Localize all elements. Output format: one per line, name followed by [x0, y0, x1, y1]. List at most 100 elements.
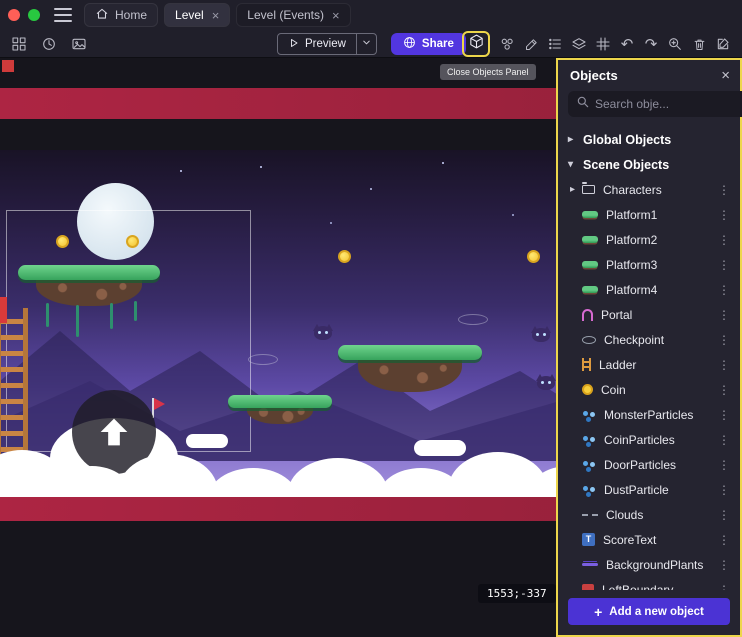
- object-row-backgroundplants[interactable]: BackgroundPlants ⋮: [558, 552, 740, 577]
- ufo-object[interactable]: [458, 314, 488, 325]
- object-menu-icon[interactable]: ⋮: [716, 558, 732, 572]
- edit-pencil-icon[interactable]: [520, 32, 542, 56]
- object-menu-icon[interactable]: ⋮: [716, 583, 732, 591]
- object-menu-icon[interactable]: ⋮: [716, 358, 732, 372]
- project-manager-icon[interactable]: [8, 32, 30, 56]
- close-tab-icon[interactable]: ×: [212, 8, 220, 23]
- group-global-objects[interactable]: ▸ Global Objects: [558, 127, 740, 152]
- preview-options-button[interactable]: [356, 33, 376, 55]
- object-menu-icon[interactable]: ⋮: [716, 283, 732, 297]
- object-row-leftboundary[interactable]: LeftBoundary ⋮: [558, 577, 740, 590]
- vine: [46, 303, 49, 327]
- objects-panel-toggle-button[interactable]: [462, 31, 490, 57]
- boundary-icon: [582, 584, 594, 591]
- close-panel-icon[interactable]: ×: [721, 67, 730, 84]
- checkpoint-flag[interactable]: [154, 398, 165, 410]
- share-button[interactable]: Share: [391, 33, 466, 55]
- redo-icon[interactable]: ↷: [640, 32, 662, 56]
- left-boundary-object[interactable]: [0, 297, 7, 323]
- object-menu-icon[interactable]: ⋮: [716, 183, 732, 197]
- close-window-button[interactable]: [8, 9, 20, 21]
- coin-icon: [582, 384, 593, 395]
- object-menu-icon[interactable]: ⋮: [716, 258, 732, 272]
- history-icon[interactable]: [38, 32, 60, 56]
- object-row-dustparticle[interactable]: DustParticle ⋮: [558, 477, 740, 502]
- object-row-scoretext[interactable]: T ScoreText ⋮: [558, 527, 740, 552]
- object-row-platform4[interactable]: Platform4 ⋮: [558, 277, 740, 302]
- object-row-ladder[interactable]: Ladder ⋮: [558, 352, 740, 377]
- undo-icon[interactable]: ↶: [616, 32, 638, 56]
- platform-object[interactable]: [228, 395, 332, 424]
- preview-button[interactable]: Preview: [278, 37, 356, 52]
- object-menu-icon[interactable]: ⋮: [716, 383, 732, 397]
- platform-object[interactable]: [338, 345, 482, 392]
- globe-icon: [403, 36, 416, 52]
- search-input[interactable]: [595, 97, 742, 111]
- menu-icon[interactable]: [54, 8, 72, 22]
- monster-object[interactable]: [532, 328, 550, 342]
- coin-object[interactable]: [527, 250, 540, 263]
- monster-object[interactable]: [314, 326, 332, 340]
- object-menu-icon[interactable]: ⋮: [716, 408, 732, 422]
- object-menu-icon[interactable]: ⋮: [716, 208, 732, 222]
- delete-icon[interactable]: [688, 32, 710, 56]
- coin-object[interactable]: [56, 235, 69, 248]
- object-groups-icon[interactable]: [496, 32, 518, 56]
- platform-object[interactable]: [18, 265, 160, 306]
- tab-level-events[interactable]: Level (Events) ×: [236, 3, 350, 27]
- left-boundary-marker[interactable]: [2, 60, 14, 72]
- cloud-object[interactable]: [186, 434, 228, 448]
- platform-icon: [582, 211, 598, 218]
- object-menu-icon[interactable]: ⋮: [716, 508, 732, 522]
- object-row-checkpoint[interactable]: Checkpoint ⋮: [558, 327, 740, 352]
- object-row-doorparticles[interactable]: DoorParticles ⋮: [558, 452, 740, 477]
- particles-icon: [582, 484, 596, 496]
- start-page-icon[interactable]: [68, 32, 90, 56]
- coin-object[interactable]: [126, 235, 139, 248]
- edit-scene-properties-icon[interactable]: [712, 32, 734, 56]
- object-row-platform3[interactable]: Platform3 ⋮: [558, 252, 740, 277]
- expanded-arrow-icon[interactable]: ▾: [568, 159, 576, 170]
- object-menu-icon[interactable]: ⋮: [716, 533, 732, 547]
- layers-icon[interactable]: [568, 32, 590, 56]
- collapsed-arrow-icon[interactable]: ▸: [570, 184, 578, 195]
- object-row-portal[interactable]: Portal ⋮: [558, 302, 740, 327]
- add-new-object-button[interactable]: + Add a new object: [568, 598, 730, 625]
- group-scene-objects[interactable]: ▾ Scene Objects: [558, 152, 740, 177]
- grid-icon[interactable]: [592, 32, 614, 56]
- object-menu-icon[interactable]: ⋮: [716, 433, 732, 447]
- instance-properties-icon[interactable]: [544, 32, 566, 56]
- object-row-platform1[interactable]: Platform1 ⋮: [558, 202, 740, 227]
- ladder-object[interactable]: [0, 308, 28, 456]
- object-menu-icon[interactable]: ⋮: [716, 458, 732, 472]
- object-menu-icon[interactable]: ⋮: [716, 483, 732, 497]
- search-box[interactable]: [568, 91, 742, 117]
- ufo-object[interactable]: [248, 354, 278, 365]
- coin-object[interactable]: [338, 250, 351, 263]
- up-arrow-icon: [94, 412, 134, 452]
- object-menu-icon[interactable]: ⋮: [716, 333, 732, 347]
- object-row-coin[interactable]: Coin ⋮: [558, 377, 740, 402]
- tab-level[interactable]: Level ×: [164, 3, 230, 27]
- object-menu-icon[interactable]: ⋮: [716, 308, 732, 322]
- cloud-object[interactable]: [288, 458, 388, 497]
- zoom-in-icon[interactable]: [664, 32, 686, 56]
- fullscreen-window-button[interactable]: [28, 9, 40, 21]
- object-row-monsterparticles[interactable]: MonsterParticles ⋮: [558, 402, 740, 427]
- monster-object[interactable]: [537, 376, 555, 390]
- cloud-object[interactable]: [414, 440, 466, 456]
- toolbar-right-group: ↶ ↷: [462, 31, 734, 57]
- tab-home[interactable]: Home: [84, 3, 158, 27]
- object-row-coinparticles[interactable]: CoinParticles ⋮: [558, 427, 740, 452]
- object-row-clouds[interactable]: Clouds ⋮: [558, 502, 740, 527]
- search-icon: [576, 95, 590, 114]
- object-menu-icon[interactable]: ⋮: [716, 233, 732, 247]
- panel-title: Objects: [570, 68, 618, 83]
- cloud-object[interactable]: [208, 468, 298, 497]
- cursor-coordinates: 1553;-337: [478, 584, 556, 603]
- app-window: Home Level × Level (Events) ×: [0, 0, 742, 637]
- close-tab-icon[interactable]: ×: [332, 8, 340, 23]
- collapsed-arrow-icon[interactable]: ▸: [568, 134, 576, 145]
- object-row-characters[interactable]: ▸ Characters ⋮: [558, 177, 740, 202]
- object-row-platform2[interactable]: Platform2 ⋮: [558, 227, 740, 252]
